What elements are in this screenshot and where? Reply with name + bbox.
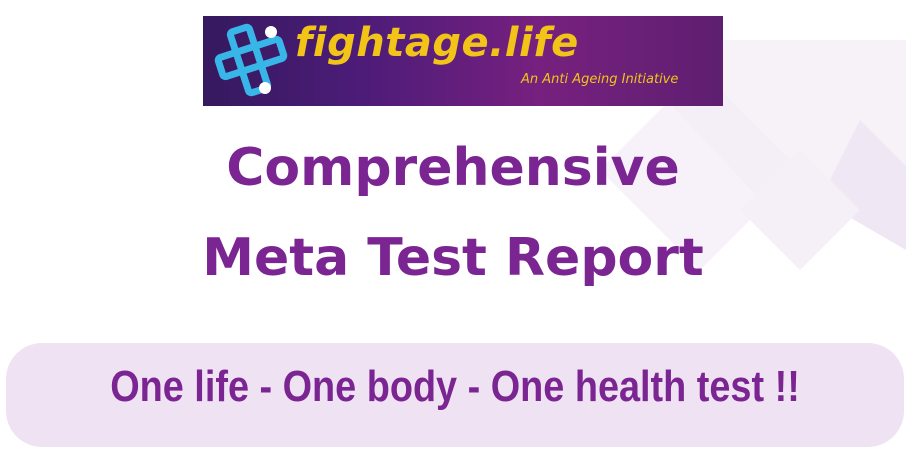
slogan-text: One life - One body - One health test !! [110,362,800,411]
brand-tagline: An Anti Ageing Initiative [521,72,679,87]
page-title-line-1: Comprehensive [226,138,680,198]
brand-name: fightage.life [295,20,579,66]
cross-people-logo-icon [214,23,288,97]
slogan-banner: One life - One body - One health test !! [6,343,904,447]
brand-banner: fightage.life An Anti Ageing Initiative [203,16,723,106]
page-title-line-2: Meta Test Report [202,228,704,288]
